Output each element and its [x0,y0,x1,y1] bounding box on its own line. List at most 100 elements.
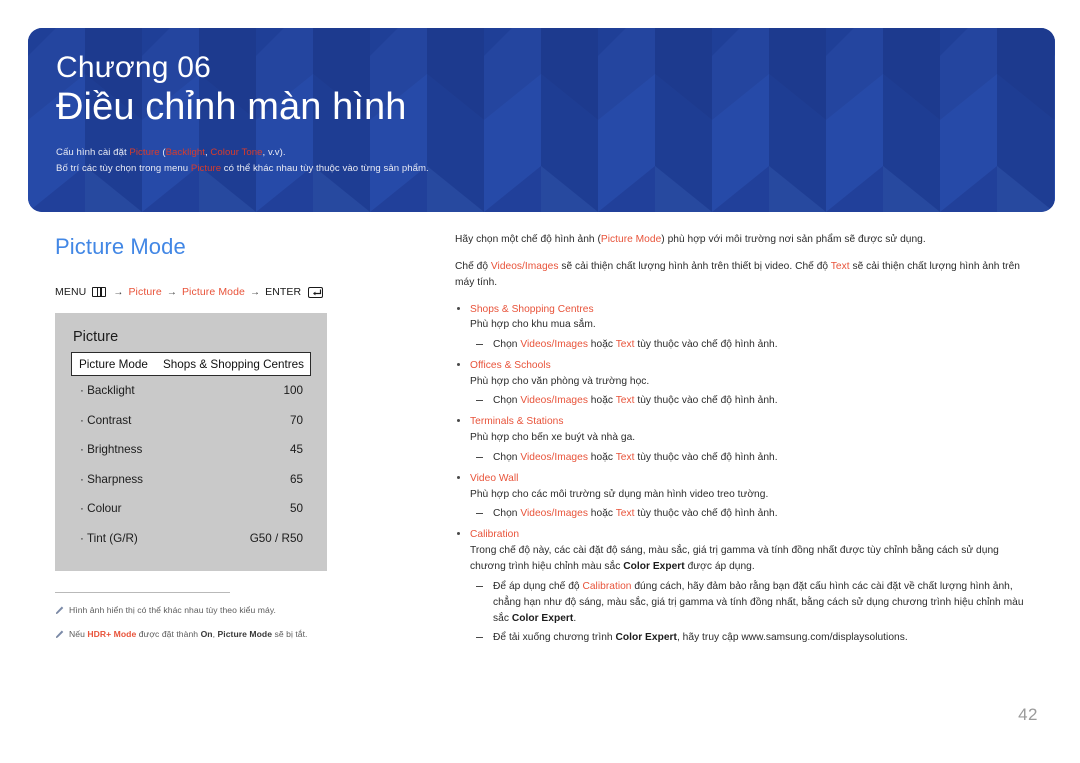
highlight-term: Text [615,395,635,407]
osd-row-label: Colour [80,502,121,515]
osd-row-label: Picture Mode [79,357,148,371]
osd-row-value: 50 [289,502,303,516]
main-content-column: Hãy chọn một chế độ hình ảnh (Picture Mo… [455,232,1031,651]
osd-row-value: G50 / R50 [249,531,303,545]
note-highlight-picture: Picture [190,163,222,175]
note-text: Bố trí các tùy chọn trong menu [56,163,191,175]
highlight-term: Text [830,260,850,272]
dash-icon [476,512,483,514]
bullet-dot-icon [457,306,460,310]
banner-text-block: Chương 06 Điều chỉnh màn hình Cấu hình c… [56,50,1035,178]
highlight-term: Videos/Images [520,395,588,407]
osd-row[interactable]: Colour 50 [71,494,311,524]
osd-row[interactable]: Backlight 100 [71,376,311,406]
option-sub-item: Chọn Videos/Images hoặc Text tùy thuộc v… [470,393,1031,409]
option-list-item: Calibration Trong chế độ này, các cài đặt… [455,527,1031,646]
option-description: Phù hợp cho bến xe buýt và nhà ga. [470,432,636,444]
enter-label: ENTER [265,286,302,298]
highlight-term: Calibration [582,580,632,592]
text-run: hoặc [587,338,616,350]
osd-row-value: 100 [283,384,303,398]
note-highlight-colour-tone: Colour Tone [210,146,263,158]
text-run: Hãy chọn một chế độ hình ảnh ( [455,234,601,245]
footnote-text: Nếu HDR+ Mode được đặt thành On, Picture… [69,629,307,639]
text-run: được đặt thành [136,629,201,639]
option-heading: Video Wall [470,472,519,484]
note-highlight-picture: Picture [129,146,160,158]
text-run: Hình ảnh hiển thị có thể khác nhau tùy t… [69,605,276,615]
option-list-item: Terminals & Stations Phù hợp cho bến xe b… [455,414,1031,465]
menu-path-item-picture-mode[interactable]: Picture Mode [182,286,245,298]
text-run: hoặc [587,507,616,519]
osd-row-value: Shops & Shopping Centres [163,357,304,371]
highlight-term: Videos/Images [520,451,588,463]
osd-row-label: Tint (G/R) [80,532,138,545]
menu-path-item-picture[interactable]: Picture [128,286,161,298]
option-sub-item: Chọn Videos/Images hoặc Text tùy thuộc v… [470,337,1031,353]
emphasis-term: Color Expert [511,613,574,625]
picture-mode-option-list: Shops & Shopping Centres Phù hợp cho khu … [455,302,1031,646]
osd-row-value: 70 [289,413,303,427]
text-run: Chọn [493,507,521,519]
text-run: ) phù hợp với môi trường nơi sản phẩm sẽ… [661,234,926,245]
option-sub-list: Để áp dụng chế độ Calibration đúng cách,… [470,579,1031,646]
osd-panel-title: Picture [73,329,119,345]
option-description: Trong chế độ này, các cài đặt độ sáng, m… [470,543,1031,576]
text-run: tùy thuộc vào chế độ hình ảnh. [634,338,778,350]
osd-row[interactable]: Brightness 45 [71,435,311,465]
enter-return-icon [308,286,324,298]
bullet-dot-icon [457,532,460,536]
emphasis-term: On [200,629,213,639]
option-list-item: Video Wall Phù hợp cho các môi trường sử … [455,471,1031,522]
option-heading: Offices & Schools [470,359,551,371]
osd-row[interactable]: Tint (G/R) G50 / R50 [71,524,311,554]
text-run: tùy thuộc vào chế độ hình ảnh. [634,451,778,463]
footnote-divider [55,592,230,593]
highlight-term: Videos/Images [520,338,588,350]
text-run: Để áp dụng chế độ [493,580,583,592]
enter-arrow-glyph [312,289,321,295]
text-run: tùy thuộc vào chế độ hình ảnh. [634,507,778,519]
highlight-term: HDR+ Mode [87,629,137,639]
chapter-title: Điều chỉnh màn hình [56,86,407,129]
option-description: Phù hợp cho khu mua sắm. [470,319,596,331]
osd-row-value: 65 [289,472,303,486]
osd-row-label: Backlight [80,384,134,397]
note-text: , v.v). [262,146,286,158]
highlight-term: Videos/Images [490,260,559,272]
arrow-icon: → [250,286,261,298]
chapter-label: Chương 06 [56,51,211,84]
menu-label: MENU [55,286,87,298]
menu-navigation-path: MENU → Picture → Picture Mode → ENTER [55,286,324,298]
pencil-icon [55,606,64,614]
option-sub-item: Chọn Videos/Images hoặc Text tùy thuộc v… [470,450,1031,466]
osd-row[interactable]: Contrast 70 [71,406,311,436]
text-run: sẽ cải thiện chất lượng hình ảnh trên th… [558,260,831,272]
footnote: Hình ảnh hiển thị có thể khác nhau tùy t… [55,605,276,615]
banner-note-line-1: Cấu hình cài đặt Picture (Backlight, Col… [56,145,1035,162]
page-number: 42 [1018,705,1038,724]
osd-row-label: Brightness [80,443,142,456]
footnote: Nếu HDR+ Mode được đặt thành On, Picture… [55,629,307,639]
option-sub-list: Chọn Videos/Images hoặc Text tùy thuộc v… [470,337,1031,353]
option-sub-list: Chọn Videos/Images hoặc Text tùy thuộc v… [470,506,1031,522]
dash-icon [476,585,483,587]
option-sub-list: Chọn Videos/Images hoặc Text tùy thuộc v… [470,393,1031,409]
text-run: Nếu [69,629,88,639]
dash-icon [476,636,483,638]
note-text: Cấu hình cài đặt [56,146,130,158]
emphasis-term: Color Expert [623,561,685,573]
osd-row[interactable]: Sharpness 65 [71,465,311,495]
osd-row-label: Contrast [80,414,131,427]
chapter-banner: Chương 06 Điều chỉnh màn hình Cấu hình c… [28,28,1055,212]
option-sub-item: Chọn Videos/Images hoặc Text tùy thuộc v… [470,506,1031,522]
osd-row-picture-mode-selected[interactable]: Picture Mode Shops & Shopping Centres [71,352,311,376]
option-description: Phù hợp cho văn phòng và trường học. [470,375,650,387]
bullet-dot-icon [457,419,460,423]
manual-page: Chương 06 Điều chỉnh màn hình Cấu hình c… [0,0,1080,763]
option-list-item: Offices & Schools Phù hợp cho văn phòng v… [455,358,1031,409]
intro-paragraph-2: Chế độ Videos/Images sẽ cải thiện chất l… [455,259,1031,292]
emphasis-term: Color Expert [615,631,677,643]
highlight-term: Videos/Images [520,507,588,519]
text-run: được áp dụng. [684,561,755,573]
